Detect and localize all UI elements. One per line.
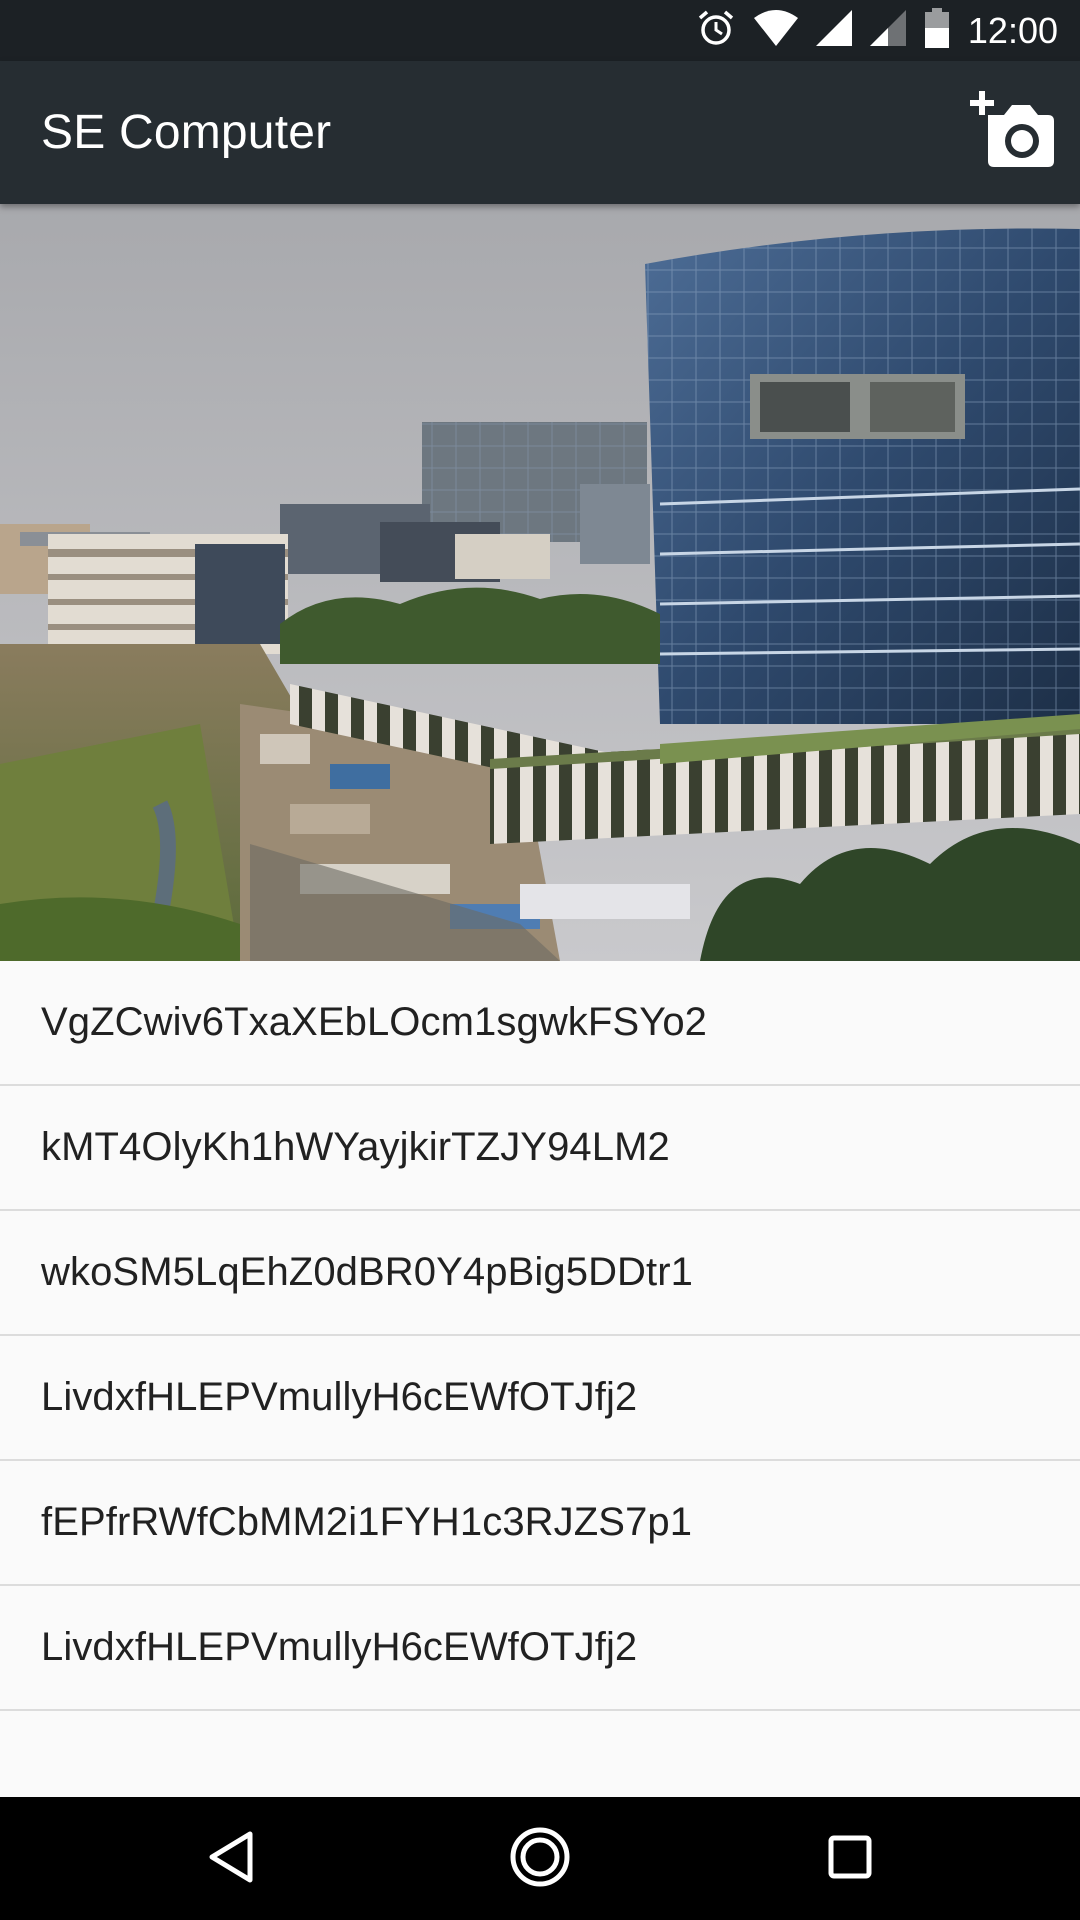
list-item[interactable]: LivdxfHLEPVmullyH6cEWfOTJfj2 bbox=[0, 1336, 1080, 1461]
list-item-label: LivdxfHLEPVmullyH6cEWfOTJfj2 bbox=[41, 1375, 638, 1419]
add-photo-camera-icon bbox=[968, 89, 1054, 174]
app-title: SE Computer bbox=[41, 106, 332, 159]
hero-photo bbox=[0, 204, 1080, 961]
recents-button[interactable] bbox=[814, 1823, 886, 1895]
status-time: 12:00 bbox=[967, 9, 1058, 51]
list-item[interactable]: LivdxfHLEPVmullyH6cEWfOTJfj2 bbox=[0, 1586, 1080, 1711]
list-item-label: wkoSM5LqEhZ0dBR0Y4pBig5DDtr1 bbox=[41, 1250, 694, 1294]
wifi-icon bbox=[753, 10, 798, 51]
recents-icon bbox=[828, 1835, 872, 1884]
back-icon bbox=[206, 1830, 254, 1889]
list-item-label: kMT4OlyKh1hWYayjkirTZJY94LM2 bbox=[41, 1125, 670, 1169]
app-bar: SE Computer bbox=[0, 61, 1080, 204]
home-icon bbox=[509, 1826, 571, 1893]
list-item[interactable]: fEPfrRWfCbMM2i1FYH1c3RJZS7p1 bbox=[0, 1461, 1080, 1586]
list-item[interactable]: kMT4OlyKh1hWYayjkirTZJY94LM2 bbox=[0, 1086, 1080, 1211]
list-item[interactable]: wkoSM5LqEhZ0dBR0Y4pBig5DDtr1 bbox=[0, 1211, 1080, 1336]
battery-icon bbox=[924, 8, 950, 53]
navigation-bar bbox=[0, 1797, 1080, 1920]
signal-secondary-icon bbox=[869, 10, 906, 51]
list-item[interactable]: VgZCwiv6TxaXEbLOcm1sgwkFSYo2 bbox=[0, 961, 1080, 1086]
back-button[interactable] bbox=[194, 1823, 266, 1895]
add-photo-button[interactable] bbox=[968, 89, 1054, 174]
home-button[interactable] bbox=[504, 1823, 576, 1895]
item-list: VgZCwiv6TxaXEbLOcm1sgwkFSYo2 kMT4OlyKh1h… bbox=[0, 961, 1080, 1711]
signal-icon bbox=[815, 10, 852, 51]
list-item-label: fEPfrRWfCbMM2i1FYH1c3RJZS7p1 bbox=[41, 1500, 693, 1544]
city-skyline-photo bbox=[0, 204, 1080, 961]
list-item-label: LivdxfHLEPVmullyH6cEWfOTJfj2 bbox=[41, 1625, 638, 1669]
alarm-icon bbox=[696, 8, 736, 53]
list-item-label: VgZCwiv6TxaXEbLOcm1sgwkFSYo2 bbox=[41, 1000, 708, 1044]
status-bar: 12:00 bbox=[0, 0, 1080, 61]
status-icons: 12:00 bbox=[696, 0, 1058, 61]
